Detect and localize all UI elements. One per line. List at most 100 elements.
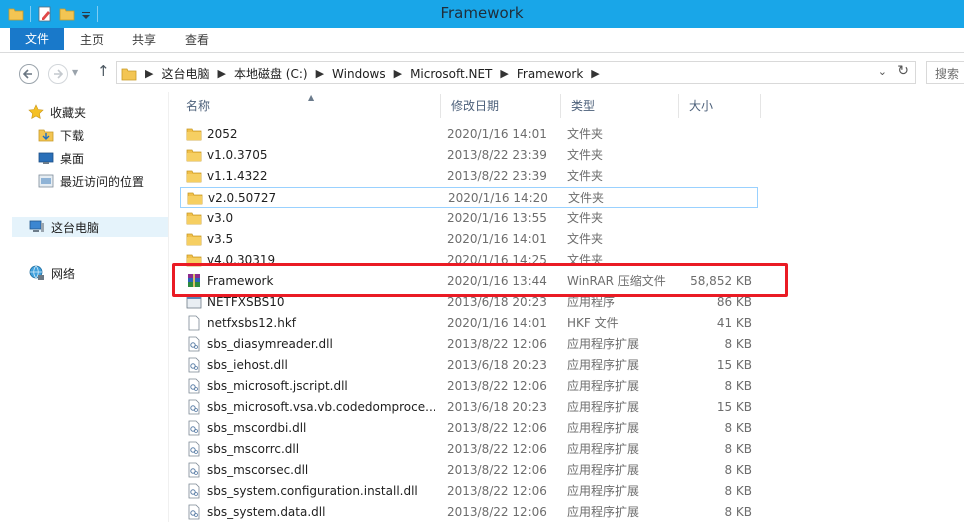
desktop-icon xyxy=(38,152,54,164)
file-row[interactable]: v2.0.50727 2020/1/16 14:20 文件夹 xyxy=(180,187,758,208)
file-row[interactable]: sbs_diasymreader.dll 2013/8/22 12:06 应用程序扩… xyxy=(180,334,758,355)
column-header-date[interactable]: 修改日期 xyxy=(441,94,561,118)
file-type: 应用程序扩展 xyxy=(567,358,640,372)
file-size: 8 KB xyxy=(724,505,752,519)
nav-network[interactable]: 网络 xyxy=(29,263,75,283)
folder-icon xyxy=(186,210,202,226)
file-type: 应用程序扩展 xyxy=(567,379,640,393)
breadcrumb-separator-icon[interactable]: ▶ xyxy=(217,67,225,80)
file-row[interactable]: 2052 2020/1/16 14:01 文件夹 xyxy=(180,124,758,145)
file-size: 8 KB xyxy=(724,463,752,477)
breadcrumb-framework[interactable]: Framework xyxy=(517,67,583,81)
address-bar[interactable]: ▶ 这台电脑 ▶ 本地磁盘 (C:) ▶ Windows ▶ Microsoft… xyxy=(116,61,916,84)
file-size xyxy=(680,208,752,229)
nav-this-pc[interactable]: 这台电脑 xyxy=(12,217,168,237)
file-type: 文件夹 xyxy=(567,148,604,162)
file-row[interactable]: v3.0 2020/1/16 13:55 文件夹 xyxy=(180,208,758,229)
folder-icon xyxy=(186,126,202,142)
forward-button[interactable] xyxy=(48,64,68,84)
file-size: 15 KB xyxy=(716,400,752,414)
breadcrumb-microsoft-net[interactable]: Microsoft.NET xyxy=(410,67,492,81)
file-type: 应用程序扩展 xyxy=(567,505,640,519)
breadcrumb-separator-icon[interactable]: ▶ xyxy=(145,67,153,80)
file-size: 58,852 KB xyxy=(690,274,752,288)
search-input[interactable]: 搜索 xyxy=(926,61,964,84)
file-date: 2020/1/16 14:01 xyxy=(447,127,547,141)
nav-downloads-label: 下载 xyxy=(60,128,85,143)
nav-recent-places-label: 最近访问的位置 xyxy=(60,174,145,189)
tab-file[interactable]: 文件 xyxy=(10,28,64,50)
file-type: 文件夹 xyxy=(567,253,604,267)
tab-home[interactable]: 主页 xyxy=(72,28,112,53)
exe-icon xyxy=(186,294,202,310)
tab-share[interactable]: 共享 xyxy=(124,28,164,53)
breadcrumb-local-disk[interactable]: 本地磁盘 (C:) xyxy=(234,65,308,82)
file-type: 应用程序 xyxy=(567,295,616,309)
file-name: sbs_system.configuration.install.dll xyxy=(207,484,418,498)
nav-desktop[interactable]: 桌面 xyxy=(38,148,84,168)
address-row: ▼ ↑ ▶ 这台电脑 ▶ 本地磁盘 (C:) ▶ Windows ▶ Micro… xyxy=(0,54,964,92)
file-row[interactable]: v1.0.3705 2013/8/22 23:39 文件夹 xyxy=(180,145,758,166)
file-row[interactable]: sbs_system.data.dll 2013/8/22 12:06 应用程序扩展… xyxy=(180,502,758,522)
file-size: 8 KB xyxy=(724,379,752,393)
file-date: 2013/8/22 12:06 xyxy=(447,484,547,498)
dll-icon xyxy=(186,441,202,457)
dll-icon xyxy=(186,462,202,478)
file-row[interactable]: sbs_microsoft.jscript.dll 2013/8/22 12:06… xyxy=(180,376,758,397)
file-row[interactable]: netfxsbs12.hkf 2020/1/16 14:01 HKF 文件 41 KB xyxy=(180,313,758,334)
nav-desktop-label: 桌面 xyxy=(60,151,85,166)
file-row[interactable]: sbs_iehost.dll 2013/6/18 20:23 应用程序扩展 15 KB xyxy=(180,355,758,376)
folder-icon xyxy=(187,190,203,206)
file-row[interactable]: sbs_mscorrc.dll 2013/8/22 12:06 应用程序扩展 8 KB xyxy=(180,439,758,460)
folder-icon xyxy=(121,68,137,80)
file-row[interactable]: NETFXSBS10 2013/6/18 20:23 应用程序 86 KB xyxy=(180,292,758,313)
navigation-pane: 收藏夹 下载 桌面 最近访问的位置 这台电脑 网络 xyxy=(0,92,168,522)
file-row[interactable]: sbs_mscordbi.dll 2013/8/22 12:06 应用程序扩展 8 K… xyxy=(180,418,758,439)
breadcrumb-windows[interactable]: Windows xyxy=(332,67,386,81)
file-row[interactable]: sbs_system.configuration.install.dll 2013… xyxy=(180,481,758,502)
file-type: 应用程序扩展 xyxy=(567,421,640,435)
file-size: 8 KB xyxy=(724,421,752,435)
nav-downloads[interactable]: 下载 xyxy=(38,125,84,145)
breadcrumb-separator-icon[interactable]: ▶ xyxy=(500,67,508,80)
breadcrumb-this-pc[interactable]: 这台电脑 xyxy=(161,65,209,82)
file-name: netfxsbs12.hkf xyxy=(207,316,297,330)
network-icon xyxy=(29,265,44,280)
file-row[interactable]: Framework 2020/1/16 13:44 WinRAR 压缩文件 58,85… xyxy=(180,271,758,292)
dll-icon xyxy=(186,336,202,352)
back-button[interactable] xyxy=(19,64,39,84)
file-date: 2020/1/16 14:01 xyxy=(447,316,547,330)
file-row[interactable]: v1.1.4322 2013/8/22 23:39 文件夹 xyxy=(180,166,758,187)
file-name: 2052 xyxy=(207,127,238,141)
file-name: NETFXSBS10 xyxy=(207,295,285,309)
file-size xyxy=(680,250,752,271)
file-size xyxy=(681,188,753,209)
file-row[interactable]: sbs_mscorsec.dll 2013/8/22 12:06 应用程序扩展 8 K… xyxy=(180,460,758,481)
column-header-size[interactable]: 大小 xyxy=(679,94,761,118)
file-name: sbs_microsoft.jscript.dll xyxy=(207,379,348,393)
column-header-type[interactable]: 类型 xyxy=(561,94,679,118)
column-header-name[interactable]: 名称 ▲ xyxy=(176,93,441,118)
breadcrumb-separator-icon[interactable]: ▶ xyxy=(394,67,402,80)
breadcrumb-separator-icon[interactable]: ▶ xyxy=(316,67,324,80)
file-size: 41 KB xyxy=(716,316,752,330)
file-date: 2013/8/22 12:06 xyxy=(447,379,547,393)
file-date: 2013/8/22 12:06 xyxy=(447,505,547,519)
file-row[interactable]: v4.0.30319 2020/1/16 14:25 文件夹 xyxy=(180,250,758,271)
file-size: 8 KB xyxy=(724,442,752,456)
file-row[interactable]: sbs_microsoft.vsa.vb.codedomproce... 2013… xyxy=(180,397,758,418)
file-list: 名称 ▲ 修改日期 类型 大小 2052 2020/1/16 14:01 文件夹 v1… xyxy=(176,92,964,522)
breadcrumb-separator-icon[interactable]: ▶ xyxy=(591,67,599,80)
file-date: 2013/8/22 12:06 xyxy=(447,337,547,351)
file-type: 文件夹 xyxy=(567,232,604,246)
sort-ascending-icon: ▲ xyxy=(308,93,315,102)
nav-recent-places[interactable]: 最近访问的位置 xyxy=(38,171,144,191)
file-row[interactable]: v3.5 2020/1/16 14:01 文件夹 xyxy=(180,229,758,250)
recent-locations-icon[interactable]: ▼ xyxy=(72,68,78,77)
pane-splitter[interactable] xyxy=(168,92,169,522)
tab-view[interactable]: 查看 xyxy=(177,28,217,53)
nav-favorites[interactable]: 收藏夹 xyxy=(28,102,86,122)
address-dropdown-icon[interactable]: ⌄ xyxy=(878,65,887,78)
up-arrow-icon[interactable]: ↑ xyxy=(97,62,110,80)
refresh-icon[interactable]: ↻ xyxy=(897,63,909,79)
